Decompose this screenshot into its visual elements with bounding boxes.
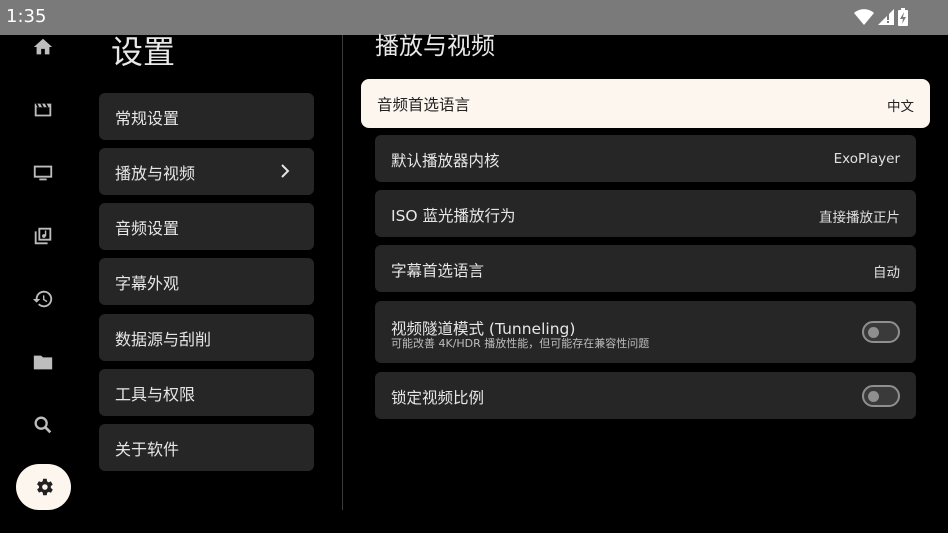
menu-item-label: 常规设置 bbox=[115, 108, 180, 128]
menu-item-tools-permissions[interactable]: 工具与权限 bbox=[99, 369, 314, 416]
menu-item-label: 音频设置 bbox=[115, 218, 180, 238]
setting-iso-bluray[interactable]: ISO 蓝光播放行为 直接播放正片 bbox=[375, 190, 916, 237]
setting-subtitle-language[interactable]: 字幕首选语言 自动 bbox=[375, 245, 916, 292]
setting-label: 锁定视频比例 bbox=[391, 389, 485, 407]
page-title: 设置 bbox=[111, 33, 176, 71]
setting-label: 默认播放器内核 bbox=[391, 152, 500, 170]
toggle-knob bbox=[868, 327, 879, 338]
menu-item-label: 字幕外观 bbox=[115, 273, 180, 293]
status-time: 1:35 bbox=[6, 6, 47, 27]
signal-icon bbox=[878, 9, 894, 25]
search-icon[interactable] bbox=[31, 413, 55, 437]
music-library-icon[interactable] bbox=[31, 224, 55, 248]
setting-description: 可能改善 4K/HDR 播放性能，但可能存在兼容性问题 bbox=[391, 337, 650, 350]
nav-settings-active[interactable] bbox=[16, 464, 71, 510]
setting-value: 直接播放正片 bbox=[819, 210, 900, 226]
menu-item-audio[interactable]: 音频设置 bbox=[99, 203, 314, 250]
setting-label: ISO 蓝光播放行为 bbox=[391, 207, 516, 225]
setting-label: 字幕首选语言 bbox=[391, 262, 485, 280]
status-icons bbox=[854, 8, 908, 26]
setting-lock-aspect-ratio[interactable]: 锁定视频比例 bbox=[375, 372, 916, 419]
movie-icon[interactable] bbox=[31, 98, 55, 122]
setting-value: 自动 bbox=[873, 265, 900, 281]
wifi-icon bbox=[854, 9, 874, 25]
setting-default-player[interactable]: 默认播放器内核 ExoPlayer bbox=[375, 135, 916, 182]
setting-video-tunneling[interactable]: 视频隧道模式 (Tunneling) 可能改善 4K/HDR 播放性能，但可能存… bbox=[375, 301, 916, 363]
menu-item-label: 关于软件 bbox=[115, 439, 180, 459]
chevron-right-icon bbox=[281, 164, 290, 178]
pane-divider bbox=[342, 35, 343, 510]
home-icon[interactable] bbox=[31, 35, 55, 59]
menu-item-subtitle-appearance[interactable]: 字幕外观 bbox=[99, 258, 314, 305]
setting-value: ExoPlayer bbox=[833, 151, 900, 167]
lock-aspect-toggle[interactable] bbox=[862, 385, 900, 407]
menu-item-label: 播放与视频 bbox=[115, 163, 196, 183]
menu-item-about[interactable]: 关于软件 bbox=[99, 424, 314, 471]
settings-icon bbox=[36, 478, 53, 496]
menu-item-playback-video[interactable]: 播放与视频 bbox=[99, 148, 314, 195]
setting-label: 音频首选语言 bbox=[377, 96, 471, 114]
history-icon[interactable] bbox=[31, 287, 55, 311]
tv-icon[interactable] bbox=[31, 161, 55, 185]
nav-rail bbox=[0, 35, 86, 533]
battery-charging-icon bbox=[898, 8, 908, 26]
setting-audio-language[interactable]: 音频首选语言 中文 bbox=[361, 79, 930, 128]
menu-item-label: 数据源与刮削 bbox=[115, 329, 212, 349]
menu-item-label: 工具与权限 bbox=[115, 384, 196, 404]
menu-item-general[interactable]: 常规设置 bbox=[99, 93, 314, 140]
tunneling-toggle[interactable] bbox=[862, 321, 900, 343]
section-title: 播放与视频 bbox=[375, 32, 495, 60]
toggle-knob bbox=[868, 391, 879, 402]
menu-item-data-source[interactable]: 数据源与刮削 bbox=[99, 314, 314, 361]
setting-value: 中文 bbox=[887, 99, 914, 115]
folder-icon[interactable] bbox=[31, 350, 55, 374]
